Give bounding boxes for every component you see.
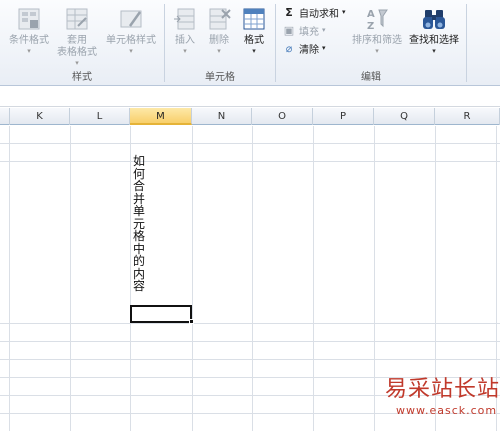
format-icon	[243, 8, 265, 30]
gridline	[9, 126, 10, 431]
chevron-down-icon: ▾	[375, 47, 379, 55]
chevron-down-icon: ▾	[27, 47, 31, 55]
gridline	[0, 161, 500, 162]
fill-handle[interactable]	[189, 319, 194, 324]
chevron-down-icon: ▾	[342, 8, 346, 16]
conditional-format-label: 条件格式	[9, 35, 49, 46]
gridline	[0, 341, 500, 342]
chevron-down-icon: ▾	[183, 47, 187, 55]
insert-button[interactable]: 插入 ▾	[169, 6, 201, 55]
chevron-down-icon: ▾	[129, 47, 133, 55]
sort-filter-button[interactable]: A Z 排序和筛选 ▾	[350, 6, 404, 55]
conditional-format-button[interactable]: 条件格式 ▾	[4, 6, 54, 55]
watermark-url: www.easck.com	[396, 404, 498, 417]
group-divider	[466, 4, 467, 82]
chevron-down-icon: ▾	[322, 44, 326, 52]
insert-icon	[174, 8, 195, 30]
table-format-button[interactable]: 套用 表格格式 ▾	[56, 6, 98, 67]
gridline	[252, 126, 253, 431]
column-header-r[interactable]: R	[435, 108, 500, 125]
column-header-n[interactable]: N	[192, 108, 252, 125]
column-header-k[interactable]: K	[10, 108, 70, 125]
svg-text:Z: Z	[367, 21, 374, 32]
gridline	[313, 126, 314, 431]
svg-text:A: A	[367, 9, 375, 20]
gridline	[70, 126, 71, 431]
clear-button[interactable]: ⌀ 清除 ▾	[282, 40, 326, 56]
cell-styles-button[interactable]: 单元格样式 ▾	[100, 6, 162, 55]
column-header-o[interactable]: O	[252, 108, 313, 125]
eraser-icon: ⌀	[285, 41, 293, 55]
gridline	[192, 126, 193, 431]
watermark-name: 易采站长站	[385, 377, 500, 402]
editing-group: Σ 自动求和 ▾ ▣ 填充 ▾ ⌀ 清除 ▾ A Z 排序和筛选 ▾ 查找和选择…	[276, 0, 466, 86]
column-header-l[interactable]: L	[70, 108, 130, 125]
sort-filter-icon: A Z	[367, 9, 388, 32]
sigma-icon: Σ	[285, 5, 293, 19]
fill-button[interactable]: ▣ 填充 ▾	[282, 22, 326, 38]
delete-button[interactable]: 删除 ▾	[203, 6, 235, 55]
gridline	[374, 126, 375, 431]
gridline	[0, 143, 500, 144]
editing-group-label: 编辑	[361, 72, 381, 83]
cells-group-label: 单元格	[205, 72, 235, 83]
binoculars-icon	[423, 10, 445, 29]
conditional-format-icon	[18, 8, 40, 30]
delete-label: 删除	[209, 35, 229, 46]
gridline	[0, 323, 500, 324]
cells-group: 插入 ▾ 删除 ▾ 格式 ▾ 单元格	[165, 0, 275, 86]
styles-group-label: 样式	[72, 72, 92, 83]
clear-label: 清除	[299, 44, 319, 56]
format-label: 格式	[244, 35, 264, 46]
ribbon: 条件格式 ▾ 套用 表格格式 ▾ 单元格样式 ▾ 样式 插入 ▾ 删除 ▾ 格式…	[0, 0, 500, 86]
chevron-down-icon: ▾	[432, 47, 436, 55]
column-header-row: K L M N O P Q R	[0, 108, 500, 125]
chevron-down-icon: ▾	[217, 47, 221, 55]
chevron-down-icon: ▾	[75, 59, 79, 67]
autosum-button[interactable]: Σ 自动求和 ▾	[282, 4, 346, 20]
table-format-label-2: 表格格式	[57, 47, 97, 58]
column-header-p[interactable]: P	[313, 108, 374, 125]
merged-cell-text: 如何合并单元格中的内容	[133, 154, 146, 293]
cell-styles-icon	[120, 10, 142, 28]
find-select-button[interactable]: 查找和选择 ▾	[406, 6, 462, 55]
column-header-m[interactable]: M	[130, 108, 192, 125]
format-button[interactable]: 格式 ▾	[237, 6, 271, 55]
chevron-down-icon: ▾	[252, 47, 256, 55]
insert-label: 插入	[175, 35, 195, 46]
chevron-down-icon: ▾	[322, 26, 326, 34]
table-format-label-1: 套用	[67, 35, 87, 46]
delete-icon	[209, 8, 231, 30]
sort-filter-label: 排序和筛选	[352, 35, 402, 46]
gridline	[130, 126, 131, 431]
cell-styles-label: 单元格样式	[106, 35, 156, 46]
fill-down-icon: ▣	[283, 23, 295, 37]
styles-group: 条件格式 ▾ 套用 表格格式 ▾ 单元格样式 ▾ 样式	[0, 0, 164, 86]
find-select-label: 查找和选择	[409, 35, 459, 46]
table-format-icon	[66, 8, 88, 30]
active-cell[interactable]	[130, 305, 192, 323]
fill-label: 填充	[299, 26, 319, 38]
column-header-q[interactable]: Q	[374, 108, 435, 125]
formula-bar-area	[0, 87, 500, 107]
corner-select-all[interactable]	[0, 108, 10, 125]
autosum-label: 自动求和	[299, 8, 339, 20]
gridline	[0, 359, 500, 360]
